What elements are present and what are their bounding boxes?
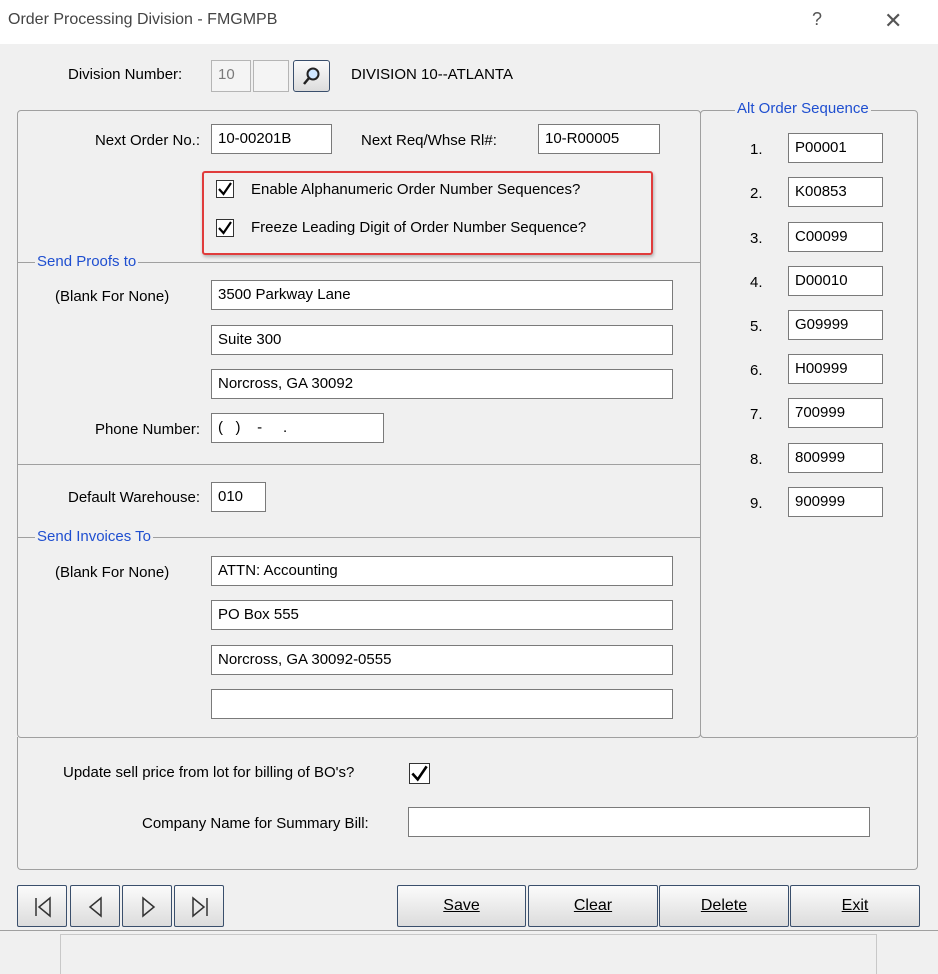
first-record-button[interactable] xyxy=(17,885,67,927)
alt-seq-number: 4. xyxy=(750,274,763,291)
next-order-field[interactable]: 10-00201B xyxy=(211,124,332,154)
default-warehouse-field[interactable]: 010 xyxy=(211,482,266,512)
company-name-label: Company Name for Summary Bill: xyxy=(142,815,369,832)
prev-record-icon xyxy=(88,896,102,918)
freeze-digit-label: Freeze Leading Digit of Order Number Seq… xyxy=(251,219,587,236)
alt-seq-field-7[interactable]: 700999 xyxy=(788,398,883,428)
phone-label: Phone Number: xyxy=(94,421,200,438)
alt-seq-field-4[interactable]: D00010 xyxy=(788,266,883,296)
alt-seq-number: 8. xyxy=(750,451,763,468)
invoices-address-line-4[interactable] xyxy=(211,689,673,719)
delete-button-label: Delete xyxy=(700,897,748,914)
alt-seq-number: 2. xyxy=(750,185,763,202)
proofs-address-line-2[interactable]: Suite 300 xyxy=(211,325,673,355)
alt-seq-field-8[interactable]: 800999 xyxy=(788,443,883,473)
first-record-icon xyxy=(35,896,51,918)
freeze-digit-checkbox[interactable] xyxy=(216,219,234,237)
next-req-label: Next Req/Whse Rl#: xyxy=(361,132,497,149)
enable-alpha-checkbox[interactable] xyxy=(216,180,234,198)
checkmark-icon xyxy=(218,221,232,235)
next-order-label: Next Order No.: xyxy=(94,132,200,149)
send-proofs-legend: Send Proofs to xyxy=(35,253,139,270)
invoices-address-line-1[interactable]: ATTN: Accounting xyxy=(211,556,673,586)
checkmark-icon xyxy=(218,182,232,196)
magnifier-icon xyxy=(303,67,320,85)
status-message-field xyxy=(60,934,877,974)
invoices-blank-label: (Blank For None) xyxy=(55,564,170,581)
alt-seq-number: 6. xyxy=(750,362,763,379)
last-record-icon xyxy=(192,896,208,918)
division-name: DIVISION 10--ATLANTA xyxy=(351,66,513,83)
alt-seq-field-6[interactable]: H00999 xyxy=(788,354,883,384)
last-record-button[interactable] xyxy=(174,885,224,927)
next-req-field[interactable]: 10-R00005 xyxy=(538,124,660,154)
save-button[interactable]: Save xyxy=(397,885,526,927)
clear-button-label: Clear xyxy=(573,897,613,914)
next-record-button[interactable] xyxy=(122,885,172,927)
default-warehouse-label: Default Warehouse: xyxy=(67,489,200,506)
update-sell-checkbox[interactable] xyxy=(409,763,430,784)
save-button-label: Save xyxy=(443,897,480,914)
alt-sequence-legend: Alt Order Sequence xyxy=(735,100,871,117)
invoices-address-line-3[interactable]: Norcross, GA 30092-0555 xyxy=(211,645,673,675)
alt-seq-number: 7. xyxy=(750,406,763,423)
proofs-address-line-1[interactable]: 3500 Parkway Lane xyxy=(211,280,673,310)
window-title: Order Processing Division - FMGMPB xyxy=(8,11,278,28)
warehouse-divider xyxy=(17,464,701,465)
search-button[interactable] xyxy=(293,60,330,92)
division-dropdown[interactable] xyxy=(253,60,289,92)
alt-seq-number: 9. xyxy=(750,495,763,512)
bottom-options-panel xyxy=(17,737,918,870)
alt-seq-number: 5. xyxy=(750,318,763,335)
prev-record-button[interactable] xyxy=(70,885,120,927)
checkmark-icon xyxy=(411,765,428,782)
invoices-address-line-2[interactable]: PO Box 555 xyxy=(211,600,673,630)
proofs-address-line-3[interactable]: Norcross, GA 30092 xyxy=(211,369,673,399)
alt-seq-field-1[interactable]: P00001 xyxy=(788,133,883,163)
alt-seq-field-5[interactable]: G09999 xyxy=(788,310,883,340)
help-button[interactable]: ? xyxy=(812,9,822,30)
update-sell-label: Update sell price from lot for billing o… xyxy=(63,764,355,781)
clear-button[interactable]: Clear xyxy=(528,885,658,927)
close-button[interactable]: ✕ xyxy=(884,8,902,34)
phone-field[interactable]: ( ) - . xyxy=(211,413,384,443)
company-name-field[interactable] xyxy=(408,807,870,837)
send-invoices-legend: Send Invoices To xyxy=(35,528,153,545)
delete-button[interactable]: Delete xyxy=(659,885,789,927)
alt-seq-field-2[interactable]: K00853 xyxy=(788,177,883,207)
alt-seq-field-3[interactable]: C00099 xyxy=(788,222,883,252)
alt-seq-number: 1. xyxy=(750,141,763,158)
next-record-icon xyxy=(142,896,156,918)
exit-button[interactable]: Exit xyxy=(790,885,920,927)
alt-seq-field-9[interactable]: 900999 xyxy=(788,487,883,517)
alt-seq-number: 3. xyxy=(750,230,763,247)
enable-alpha-label: Enable Alphanumeric Order Number Sequenc… xyxy=(251,181,581,198)
exit-button-label: Exit xyxy=(841,897,869,914)
proofs-blank-label: (Blank For None) xyxy=(55,288,170,305)
division-number-label: Division Number: xyxy=(68,66,183,83)
division-number-field[interactable]: 10 xyxy=(211,60,251,92)
